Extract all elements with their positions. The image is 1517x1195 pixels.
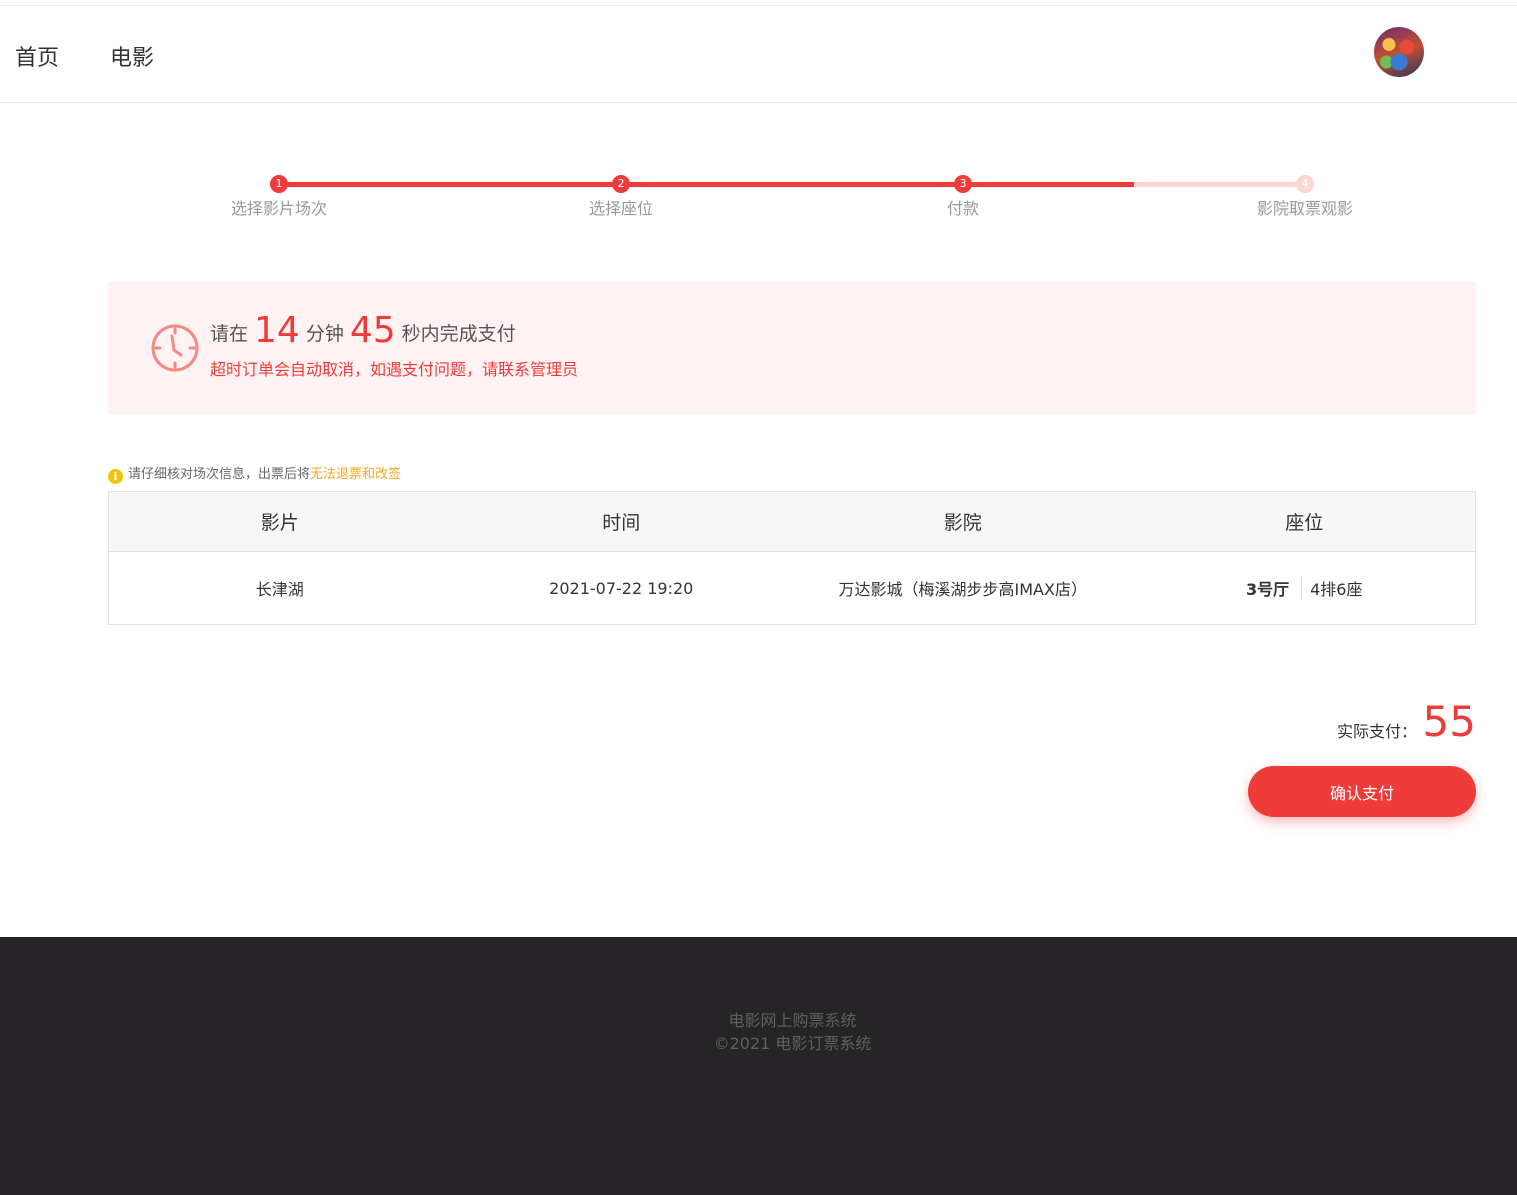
- countdown-suffix: 秒内完成支付: [401, 323, 516, 345]
- table-header: 影片 时间 影院 座位: [109, 492, 1475, 552]
- user-avatar[interactable]: [1374, 27, 1424, 77]
- cell-time: 2021-07-22 19:20: [549, 578, 694, 598]
- cell-movie: 长津湖: [255, 580, 304, 599]
- hall-number: 3号厅: [1246, 576, 1303, 600]
- step-select-seat: 2 选择座位: [521, 170, 721, 219]
- step-select-showtime: 1 选择影片场次: [179, 170, 379, 219]
- countdown-text: 请在 14 分钟 45 秒内完成支付: [210, 308, 516, 351]
- countdown-warning: 超时订单会自动取消，如遇支付问题，请联系管理员: [210, 360, 579, 379]
- step-number-badge: 3: [954, 175, 972, 193]
- countdown-minutes-unit: 分钟: [305, 323, 344, 345]
- step-label: 选择影片场次: [230, 199, 327, 218]
- actual-payment-amount: 55: [1422, 697, 1476, 746]
- step-pickup-ticket: 4 影院取票观影: [1205, 170, 1405, 219]
- column-header-cinema: 影院: [943, 512, 982, 534]
- confirm-payment-button[interactable]: 确认支付: [1248, 766, 1476, 817]
- payment-countdown-panel: 请在 14 分钟 45 秒内完成支付 超时订单会自动取消，如遇支付问题，请联系管理员: [108, 282, 1476, 414]
- step-payment: 3 付款: [863, 170, 1063, 219]
- cell-seat: 3号厅 4排6座: [1134, 552, 1476, 624]
- ticket-info-table: 影片 时间 影院 座位 长津湖 2021-07-22 19:20 万达影城（梅溪…: [108, 491, 1476, 625]
- actual-payment-label: 实际支付：: [1336, 722, 1417, 741]
- table-row: 长津湖 2021-07-22 19:20 万达影城（梅溪湖步步高IMAX店） 3…: [109, 552, 1475, 624]
- step-number-badge: 1: [270, 175, 288, 193]
- seat-position: 4排6座: [1310, 580, 1363, 599]
- step-label: 付款: [946, 199, 979, 218]
- step-number-badge: 2: [612, 175, 630, 193]
- nav-movie-link[interactable]: 电影: [110, 40, 154, 72]
- nav-home-link[interactable]: 首页: [15, 40, 59, 72]
- ticket-notice: i 请仔细核对场次信息，出票后将无法退票和改签: [108, 463, 401, 484]
- cell-cinema: 万达影城（梅溪湖步步高IMAX店）: [838, 580, 1087, 599]
- step-label: 选择座位: [588, 199, 653, 218]
- countdown-seconds: 45: [349, 310, 396, 351]
- footer-copyright: ©2021 电影订票系统: [713, 1034, 872, 1053]
- info-icon: i: [108, 469, 123, 484]
- column-header-seat: 座位: [1285, 512, 1324, 534]
- column-header-time: 时间: [602, 512, 641, 534]
- countdown-minutes: 14: [254, 310, 300, 351]
- step-number-badge: 4: [1296, 175, 1314, 193]
- notice-text: 请仔细核对场次信息，出票后将: [128, 467, 311, 482]
- top-nav-bar: 首页 电影: [0, 5, 1517, 103]
- clock-icon: [151, 324, 199, 372]
- countdown-prefix: 请在: [210, 323, 249, 345]
- step-label: 影院取票观影: [1256, 199, 1353, 218]
- page-footer: 电影网上购票系统 ©2021 电影订票系统: [0, 937, 1517, 1195]
- notice-warning-text: 无法退票和改签: [310, 467, 402, 482]
- footer-site-name: 电影网上购票系统: [728, 1011, 857, 1030]
- order-progress-steps: 1 选择影片场次 2 选择座位 3 付款 4 影院取票观影: [108, 170, 1476, 230]
- column-header-movie: 影片: [260, 512, 299, 534]
